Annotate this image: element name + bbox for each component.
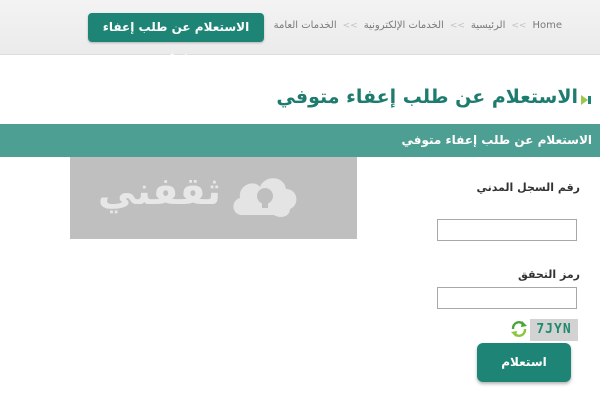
- civil-record-input[interactable]: [437, 219, 577, 241]
- page-title: الاستعلام عن طلب إعفاء متوفي: [276, 86, 578, 108]
- breadcrumb-item-public-services[interactable]: الخدمات العامة: [274, 20, 337, 31]
- watermark-text: ثقفني: [98, 169, 221, 213]
- breadcrumb-separator: >>: [511, 20, 527, 31]
- section-banner: الاستعلام عن طلب إعفاء متوفي: [0, 124, 600, 157]
- verification-code-label: رمز التحقق: [518, 268, 580, 281]
- watermark-logo: ثقفني: [70, 157, 357, 239]
- breadcrumb-item-home[interactable]: Home: [532, 20, 562, 31]
- verification-code-input[interactable]: [437, 287, 577, 309]
- breadcrumb-item-main[interactable]: الرئيسية: [471, 20, 505, 31]
- captcha-image: 7JYN: [530, 319, 578, 341]
- breadcrumb-separator: >>: [449, 20, 465, 31]
- section-banner-title: الاستعلام عن طلب إعفاء متوفي: [401, 133, 592, 147]
- title-arrow-icon: [581, 95, 591, 105]
- deceased-exemption-inquiry-button[interactable]: الاستعلام عن طلب إعفاء متوفي: [88, 13, 264, 63]
- top-bar: Home >> الرئيسية >> الخدمات الإلكترونية …: [0, 0, 600, 63]
- breadcrumb-separator: >>: [342, 20, 358, 31]
- refresh-icon[interactable]: [510, 320, 528, 338]
- breadcrumb: Home >> الرئيسية >> الخدمات الإلكترونية …: [274, 20, 562, 31]
- lightbulb-cloud-icon: [233, 178, 297, 217]
- breadcrumb-item-eservices[interactable]: الخدمات الإلكترونية: [364, 20, 444, 31]
- inquiry-submit-button[interactable]: استعلام: [477, 343, 571, 382]
- civil-record-label: رقم السجل المدني: [476, 181, 580, 194]
